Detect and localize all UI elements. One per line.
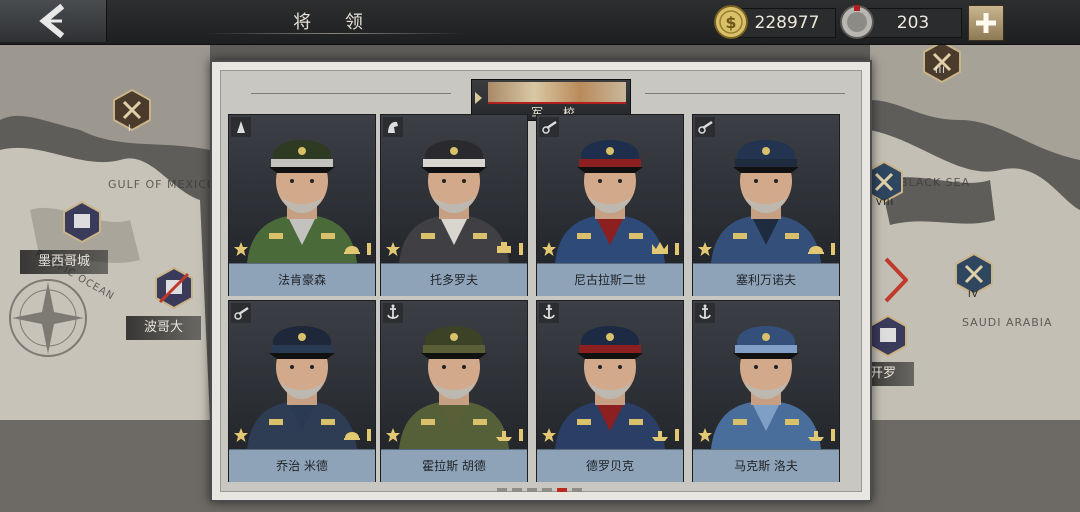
commander-name: 霍拉斯 胡德: [381, 449, 527, 482]
anchor-icon: [383, 303, 403, 323]
city-bogota[interactable]: 波哥大: [126, 316, 202, 340]
add-currency-button[interactable]: [968, 5, 1004, 41]
level-indicator: [675, 429, 679, 441]
title-divider: [205, 33, 465, 34]
medal-amount: 203: [864, 8, 962, 38]
map-badge-number: III: [935, 66, 946, 76]
infantry-helmet-icon: [344, 432, 360, 440]
commander-card[interactable]: 塞利万诺夫: [692, 114, 840, 296]
next-page-arrow-icon[interactable]: [884, 257, 908, 303]
commander-card[interactable]: 德罗贝克: [536, 300, 684, 482]
commander-card[interactable]: 法肯豪森: [228, 114, 376, 296]
commander-name: 尼古拉斯二世: [537, 263, 683, 296]
top-bar: 将 领 228977 $ 203: [0, 0, 1080, 45]
rank-star-icon: [698, 428, 712, 442]
page-dot[interactable]: [512, 488, 522, 492]
commander-name: 法肯豪森: [229, 263, 375, 296]
rank-star-icon: [386, 242, 400, 256]
infantry-helmet-icon: [344, 246, 360, 254]
tab-banner-image: [488, 82, 626, 102]
artillery-icon: [539, 117, 559, 137]
rank-star-icon: [542, 242, 556, 256]
page-dot[interactable]: [557, 488, 567, 492]
cavalry-icon: [383, 117, 403, 137]
map-city-badge[interactable]: [152, 266, 196, 310]
header-divider: [645, 93, 845, 94]
commander-name: 乔治 米德: [229, 449, 375, 482]
infantry-helmet-icon: [808, 246, 824, 254]
level-indicator: [367, 429, 371, 441]
level-indicator: [519, 429, 523, 441]
map-label-blacksea: BLACK SEA: [900, 176, 971, 189]
map-badge-number: VIII: [876, 198, 895, 208]
compass-rose-icon: [9, 279, 87, 357]
page-dot[interactable]: [497, 488, 507, 492]
map-city-badge[interactable]: [60, 200, 104, 244]
rank-star-icon: [386, 428, 400, 442]
ship-icon: [808, 431, 824, 441]
svg-text:$: $: [725, 13, 736, 32]
armor-icon: [497, 242, 511, 253]
medal-coin-icon: [840, 5, 874, 39]
plus-icon: [976, 13, 996, 33]
ship-icon: [496, 431, 512, 441]
header-divider: [251, 93, 451, 94]
map-label-saudi: SAUDI ARABIA: [962, 316, 1053, 329]
level-indicator: [519, 243, 523, 255]
map-badge-number: I: [128, 124, 132, 134]
commander-card[interactable]: 霍拉斯 胡德: [380, 300, 528, 482]
infantry-icon: [231, 117, 251, 137]
map-army-badge[interactable]: [920, 40, 964, 84]
tab-arrow-icon: [475, 92, 482, 104]
rank-star-icon: [234, 242, 248, 256]
artillery-icon: [231, 303, 251, 323]
rank-star-icon: [698, 242, 712, 256]
map-army-badge[interactable]: [110, 88, 154, 132]
commander-name: 马克斯 洛夫: [693, 449, 839, 482]
level-indicator: [831, 429, 835, 441]
commander-card[interactable]: 尼古拉斯二世: [536, 114, 684, 296]
artillery-icon: [695, 117, 715, 137]
commander-card[interactable]: 马克斯 洛夫: [692, 300, 840, 482]
map-label-gulf: GULF OF MEXICO: [108, 178, 217, 191]
back-button[interactable]: [0, 0, 107, 42]
ship-icon: [652, 431, 668, 441]
gold-amount: 228977: [738, 8, 836, 38]
commander-name: 塞利万诺夫: [693, 263, 839, 296]
level-indicator: [675, 243, 679, 255]
map-badge-number: IV: [968, 290, 979, 300]
crown-icon: [652, 242, 668, 254]
level-indicator: [367, 243, 371, 255]
commander-card[interactable]: 乔治 米德: [228, 300, 376, 482]
gold-coin-icon: $: [714, 5, 748, 39]
page-dot[interactable]: [572, 488, 582, 492]
rank-star-icon: [234, 428, 248, 442]
back-arrow-icon: [39, 3, 65, 39]
rank-star-icon: [542, 428, 556, 442]
commander-card[interactable]: 托多罗夫: [380, 114, 528, 296]
commander-name: 托多罗夫: [381, 263, 527, 296]
anchor-icon: [695, 303, 715, 323]
page-dot[interactable]: [542, 488, 552, 492]
page-title: 将 领: [293, 12, 377, 33]
city-mexico-city[interactable]: 墨西哥城: [20, 250, 109, 274]
level-indicator: [831, 243, 835, 255]
page-dot[interactable]: [527, 488, 537, 492]
map-city-badge[interactable]: [866, 314, 910, 358]
anchor-icon: [539, 303, 559, 323]
commander-name: 德罗贝克: [537, 449, 683, 482]
